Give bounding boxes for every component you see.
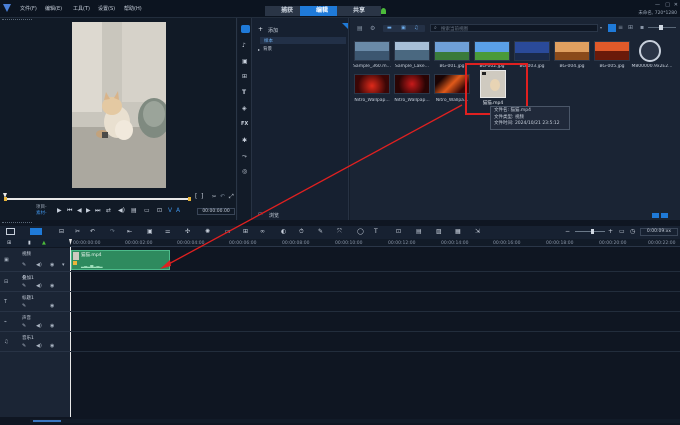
annotation-arrow [160,104,463,269]
